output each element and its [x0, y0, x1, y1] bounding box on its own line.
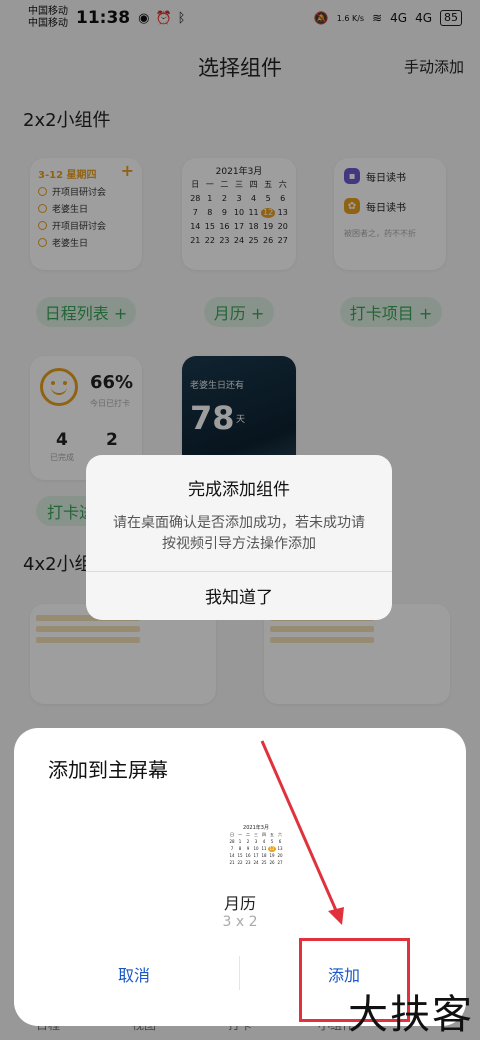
calendar-day: 8 [238, 846, 242, 851]
calendar-day: 14 [229, 853, 235, 858]
widget-name: 月历 [223, 894, 256, 913]
completion-dialog: 完成添加组件 请在桌面确认是否添加成功，若未成功请按视频引导方法操作添加 我知道… [86, 455, 392, 620]
dialog-body: 请在桌面确认是否添加成功，若未成功请按视频引导方法操作添加 [113, 515, 365, 552]
calendar-day: 1 [238, 839, 242, 844]
calendar-day: 22 [237, 860, 243, 865]
calendar-day: 21 [229, 860, 235, 865]
divider [86, 571, 392, 572]
watermark-logo: 大扶客 [348, 992, 474, 1038]
weekday-label: 一 [238, 832, 242, 837]
dialog-title: 完成添加组件 [188, 480, 290, 500]
cancel-button[interactable]: 取消 [84, 962, 184, 986]
sheet-title: 添加到主屏幕 [48, 758, 168, 782]
widget-size: 3 x 2 [222, 914, 258, 930]
calendar-day: 28 [229, 839, 235, 844]
weekday-label: 日 [230, 832, 234, 837]
got-it-button[interactable]: 我知道了 [86, 583, 392, 608]
calendar-day: 7 [230, 846, 234, 851]
annotation-arrow [260, 740, 344, 925]
divider [239, 956, 240, 990]
calendar-day: 15 [237, 853, 243, 858]
